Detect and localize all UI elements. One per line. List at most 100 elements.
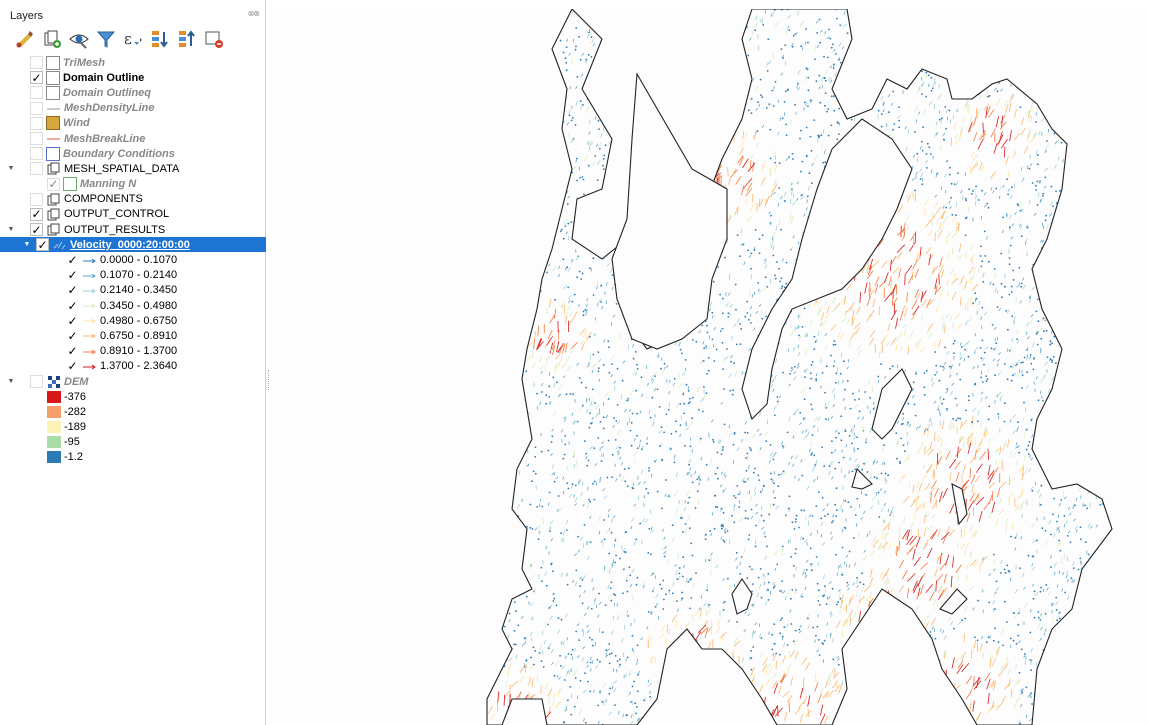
layer-dem[interactable]: ▼ DEM [0,374,266,389]
collapse-arrow-icon[interactable]: ▼ [6,378,16,385]
add-group-icon[interactable] [41,28,63,50]
layer-velocity[interactable]: ▼ ✓ Velocity_0000:20:00:00 [0,237,266,253]
velocity-vector [1015,532,1018,538]
group-components[interactable]: COMPONENTS [0,192,266,207]
layer-checkbox[interactable] [30,192,43,206]
layer-checkbox[interactable]: ✓ [47,177,60,191]
collapse-arrow-icon[interactable]: ▼ [22,241,32,248]
velocity-vector [1046,356,1049,358]
velocity-vector [620,638,624,643]
velocity-vector [477,659,479,663]
velocity-class-item[interactable]: ✓ 0.3450 - 0.4980 [0,298,266,313]
velocity-vector [568,114,571,117]
velocity-vector [1076,465,1080,469]
visibility-icon[interactable] [68,28,90,50]
layer-checkbox[interactable] [30,147,43,161]
velocity-vector [1020,703,1022,708]
polygon-symbol-icon [46,116,60,131]
group-output-results[interactable]: ▼ ✓ OUTPUT_RESULTS [0,222,266,237]
layer-checkbox[interactable] [30,162,43,176]
class-checkbox[interactable]: ✓ [66,329,79,343]
layer-checkbox[interactable] [30,116,43,130]
velocity-vector [698,409,700,411]
velocity-vector [839,597,842,600]
layer-domain-outlineq[interactable]: Domain Outlineq [0,85,266,100]
velocity-vector [539,401,542,406]
velocity-vector [1050,555,1052,559]
velocity-vector [742,9,747,10]
velocity-vector [740,64,743,67]
class-checkbox[interactable]: ✓ [66,344,79,358]
velocity-class-item[interactable]: ✓ 0.4980 - 0.6750 [0,313,266,328]
collapse-arrow-icon[interactable]: ▼ [6,165,16,172]
remove-layer-icon[interactable] [203,28,225,50]
layer-trimesh[interactable]: TriMesh [0,55,266,70]
class-checkbox[interactable]: ✓ [66,283,79,297]
collapse-arrow-icon[interactable]: ▼ [6,226,16,233]
velocity-vector [1041,50,1044,52]
velocity-vector [1117,646,1119,648]
class-checkbox[interactable]: ✓ [66,299,79,313]
velocity-vector [624,12,627,14]
collapse-all-icon[interactable] [176,28,198,50]
layer-mesh-break-line[interactable]: MeshBreakLine [0,131,266,146]
layer-checkbox[interactable]: ✓ [30,71,43,85]
velocity-vector [1023,401,1025,404]
map-canvas[interactable] [272,9,1149,725]
velocity-class-item[interactable]: ✓ 1.3700 - 2.3640 [0,359,266,374]
panel-splitter[interactable] [268,370,270,390]
velocity-vector [1052,93,1054,95]
layer-checkbox[interactable]: ✓ [36,238,49,252]
style-icon[interactable] [14,28,36,50]
class-checkbox[interactable]: ✓ [66,268,79,282]
velocity-vector [679,689,686,696]
panel-float-icon[interactable]: ⊗⊗ [248,9,260,18]
group-mesh-spatial-data[interactable]: ▼ MESH_SPATIAL_DATA [0,161,266,176]
velocity-vector [647,383,649,387]
velocity-vector [1080,91,1083,95]
layer-checkbox[interactable] [30,101,43,115]
velocity-vector [1101,61,1104,64]
layer-mesh-density-line[interactable]: MeshDensityLine [0,101,266,116]
velocity-vector [548,385,551,388]
velocity-vector [1030,314,1034,318]
group-output-control[interactable]: ✓ OUTPUT_CONTROL [0,207,266,222]
layer-checkbox[interactable] [30,56,43,70]
velocity-vector [757,45,760,51]
layer-checkbox[interactable]: ✓ [30,223,43,237]
expression-filter-icon[interactable]: ε [122,28,144,50]
velocity-class-item[interactable]: ✓ 0.2140 - 0.3450 [0,283,266,298]
velocity-vector [509,286,512,289]
layer-checkbox[interactable]: ✓ [30,207,43,221]
velocity-vector [819,385,822,389]
velocity-vector [671,524,674,527]
velocity-vector [1042,195,1044,197]
layer-checkbox[interactable] [30,132,43,146]
layer-manning-n[interactable]: ✓ Manning N [0,177,266,192]
class-checkbox[interactable]: ✓ [66,314,79,328]
velocity-class-item[interactable]: ✓ 0.8910 - 1.3700 [0,344,266,359]
velocity-vector [575,45,577,48]
velocity-vector [785,514,787,517]
velocity-class-item[interactable]: ✓ 0.6750 - 0.8910 [0,328,266,343]
velocity-vector [590,56,593,58]
velocity-vector [974,449,977,460]
class-checkbox[interactable]: ✓ [66,253,79,267]
velocity-class-item[interactable]: ✓ 0.0000 - 0.1070 [0,252,266,267]
velocity-vector [605,528,611,534]
layer-checkbox[interactable] [30,375,43,389]
velocity-vector [529,503,532,506]
class-checkbox[interactable]: ✓ [66,359,79,373]
layer-checkbox[interactable] [30,86,43,100]
velocity-vector [931,480,937,490]
velocity-vector [713,149,717,161]
velocity-vector [619,169,621,173]
velocity-class-item[interactable]: ✓ 0.1070 - 0.2140 [0,268,266,283]
layer-boundary-conditions[interactable]: Boundary Conditions [0,146,266,161]
layer-domain-outline[interactable]: ✓ Domain Outline [0,70,266,85]
velocity-vector [813,335,816,338]
layer-wind[interactable]: Wind [0,116,266,131]
filter-icon[interactable] [95,28,117,50]
velocity-vector [840,439,843,442]
expand-all-icon[interactable] [149,28,171,50]
